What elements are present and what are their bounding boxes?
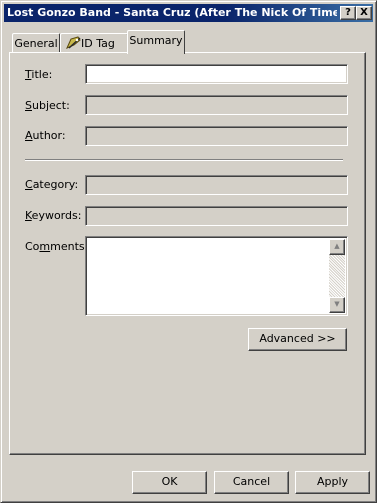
comments-label: Comments: [25, 240, 89, 253]
advanced-button[interactable]: Advanced >> [248, 328, 347, 351]
apply-button[interactable]: Apply [295, 471, 370, 494]
keywords-field[interactable] [85, 206, 348, 226]
author-field[interactable] [85, 126, 348, 146]
comments-scrollbar[interactable]: ▲ ▼ [329, 239, 345, 313]
tab-summary[interactable]: Summary [127, 30, 185, 54]
author-label: Author: [25, 129, 66, 142]
separator [25, 159, 343, 161]
ok-button[interactable]: OK [132, 471, 207, 494]
title-bar[interactable]: Lost Gonzo Band - Santa Cruz (After The … [4, 4, 373, 22]
window-title: Lost Gonzo Band - Santa Cruz (After The … [7, 6, 337, 19]
help-button[interactable]: ? [340, 6, 356, 20]
tab-id-tag-label: ID Tag [81, 37, 115, 50]
advanced-button-label: Advanced >> [259, 332, 336, 345]
subject-field[interactable] [85, 95, 348, 115]
category-label: Category: [25, 178, 79, 191]
title-label: Title: [25, 68, 53, 81]
properties-dialog: Lost Gonzo Band - Santa Cruz (After The … [0, 0, 377, 503]
comments-text [86, 237, 347, 243]
comments-textarea[interactable]: ▲ ▼ [85, 236, 348, 316]
tab-general[interactable]: General [12, 33, 60, 53]
scroll-up-arrow-icon[interactable]: ▲ [329, 239, 345, 255]
cancel-button[interactable]: Cancel [214, 471, 289, 494]
keywords-label: Keywords: [25, 209, 82, 222]
close-icon: X [360, 7, 368, 18]
scroll-down-arrow-icon[interactable]: ▼ [329, 297, 345, 313]
title-field[interactable] [85, 64, 348, 84]
tag-edit-icon [66, 36, 82, 50]
close-button[interactable]: X [356, 6, 372, 20]
subject-label: Subject: [25, 99, 70, 112]
tab-id-tag[interactable]: ID Tag [60, 33, 128, 53]
category-field[interactable] [85, 175, 348, 195]
